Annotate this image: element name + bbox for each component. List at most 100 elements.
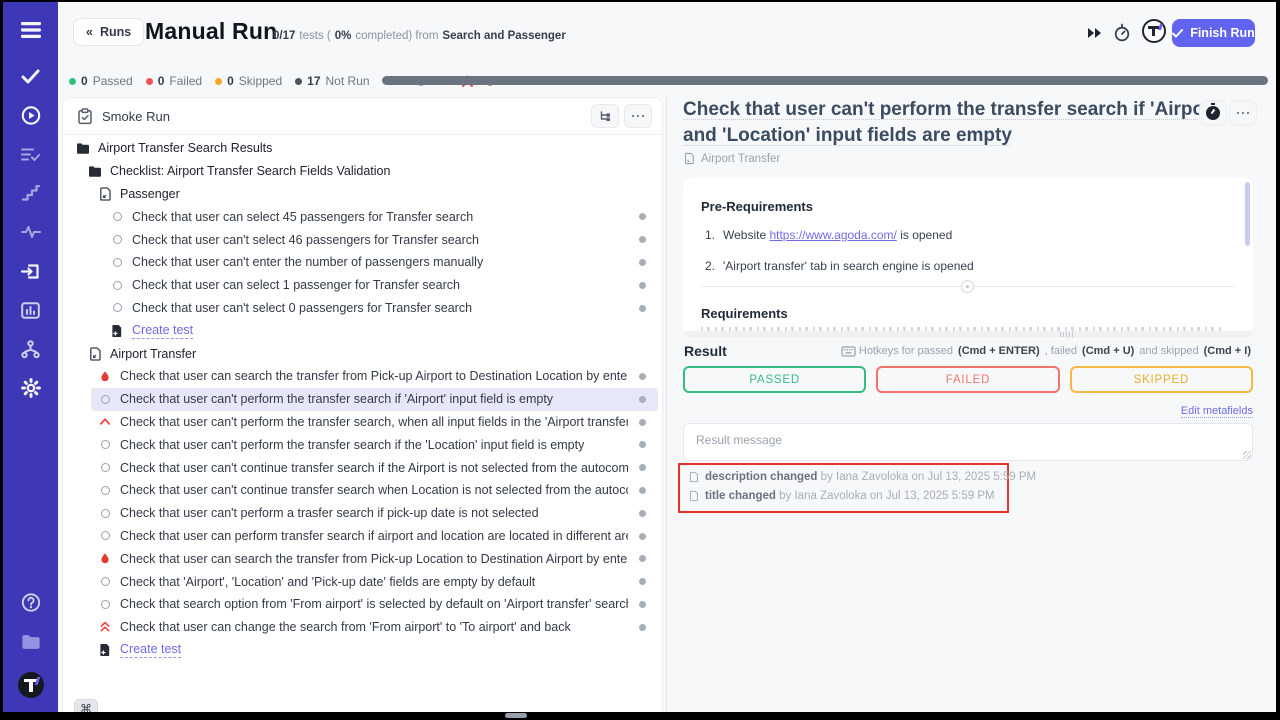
timer-button[interactable]	[1199, 100, 1227, 126]
test-row[interactable]: Check that user can search the transfer …	[63, 365, 662, 388]
not-run-status-icon	[98, 483, 112, 497]
document-icon	[88, 347, 102, 361]
result-dot-icon	[639, 282, 646, 289]
test-row[interactable]: Check that user can't perform a trasfer …	[63, 502, 662, 525]
not-run-status-icon	[110, 301, 124, 315]
result-message-input[interactable]	[683, 423, 1253, 461]
description-scrollbar[interactable]	[1245, 182, 1250, 246]
suite-breadcrumb[interactable]: Airport Transfer	[684, 152, 780, 165]
tests-fraction: 0/17	[273, 30, 295, 42]
edit-metafields-link[interactable]: Edit metafields	[1181, 405, 1253, 418]
test-row[interactable]: Check that user can't enter the number o…	[63, 251, 662, 274]
run-enter-icon[interactable]	[21, 261, 41, 281]
tree-folder-row[interactable]: Airport Transfer Search Results	[63, 137, 662, 160]
source-plan-name: Search and Passenger	[442, 30, 565, 42]
failed-button[interactable]: FAILED	[876, 366, 1059, 393]
blocker-priority-icon	[98, 369, 112, 383]
clipboard-check-icon	[77, 108, 93, 125]
test-row[interactable]: Check that user can't continue transfer …	[63, 479, 662, 502]
test-row[interactable]: Check that user can't perform the transf…	[63, 411, 662, 434]
result-dot-icon	[639, 601, 646, 608]
test-row[interactable]: Check that search option from 'From airp…	[63, 593, 662, 616]
failed-counter: 0Failed	[146, 74, 202, 88]
result-dot-icon	[639, 555, 646, 562]
not-run-status-icon	[98, 461, 112, 475]
branch-icon[interactable]	[21, 339, 41, 359]
not-run-status-icon	[110, 255, 124, 269]
fast-forward-icon[interactable]	[1087, 26, 1105, 44]
skipped-button[interactable]: SKIPPED	[1070, 366, 1253, 393]
passed-counter: 0Passed	[69, 74, 133, 88]
timer-icon[interactable]	[1113, 23, 1131, 41]
create-test-link[interactable]: Create test	[63, 319, 662, 342]
failed-dot-icon	[146, 78, 153, 85]
check-icon[interactable]	[21, 66, 41, 86]
list-check-icon[interactable]	[21, 144, 41, 164]
result-dot-icon	[639, 578, 646, 585]
test-row-selected[interactable]: Check that user can't perform the transf…	[63, 388, 662, 411]
tree-more-options-button[interactable]	[624, 104, 652, 128]
activity-icon[interactable]	[21, 222, 41, 242]
passed-button[interactable]: PASSED	[683, 366, 866, 393]
skipped-dot-icon	[215, 78, 222, 85]
horizontal-scrollbar-thumb[interactable]	[505, 713, 527, 718]
result-dot-icon	[639, 533, 646, 540]
test-title[interactable]: Check that user can't perform the transf…	[683, 97, 1228, 148]
detail-more-options-button[interactable]	[1229, 100, 1257, 126]
not-run-status-icon	[98, 529, 112, 543]
resize-grip-icon[interactable]	[1060, 332, 1073, 337]
main-sidebar	[3, 2, 58, 712]
test-row[interactable]: Check that user can select 45 passengers…	[63, 205, 662, 228]
finish-run-button[interactable]: Finish Run	[1172, 19, 1255, 47]
pre-requirements-heading: Pre-Requirements	[701, 199, 813, 214]
menu-icon[interactable]	[21, 20, 41, 40]
steps-icon[interactable]	[21, 183, 41, 203]
sidebar-nav	[21, 66, 41, 398]
agoda-link[interactable]: https://www.agoda.com/	[769, 228, 896, 242]
create-test-link[interactable]: Create test	[63, 639, 662, 662]
page-title: Manual Run	[145, 18, 277, 45]
not-run-status-icon	[98, 597, 112, 611]
document-icon	[98, 187, 112, 201]
sidebar-bottom	[18, 592, 44, 698]
back-to-runs-button[interactable]: « Runs	[73, 18, 144, 46]
history-entry: description changed by Iana Zavoloka on …	[689, 471, 1036, 483]
tree-folder-row[interactable]: Checklist: Airport Transfer Search Field…	[63, 160, 662, 183]
test-row[interactable]: Check that user can't select 46 passenge…	[63, 228, 662, 251]
test-row[interactable]: Check that user can search the transfer …	[63, 547, 662, 570]
test-tree-panel: Smoke Run Airport Transfer Search Result…	[62, 97, 663, 712]
panel-divider[interactable]	[666, 97, 667, 712]
document-icon	[689, 490, 699, 502]
not-run-status-icon	[98, 506, 112, 520]
gear-icon[interactable]	[21, 378, 41, 398]
user-avatar[interactable]	[1142, 19, 1166, 43]
tree-view-button[interactable]	[591, 104, 619, 128]
test-row[interactable]: Check that user can change the search fr…	[63, 616, 662, 639]
screenshot-frame: « Runs Manual Run 0/17 tests ( 0% comple…	[0, 0, 1280, 720]
more-dots-icon	[632, 115, 645, 118]
command-shortcut-button[interactable]: ⌘	[74, 699, 98, 712]
avatar-t-logo[interactable]	[18, 672, 44, 698]
help-icon[interactable]	[21, 592, 41, 612]
test-row[interactable]: Check that user can't perform the transf…	[63, 433, 662, 456]
test-row[interactable]: Check that 'Airport', 'Location' and 'Pi…	[63, 570, 662, 593]
test-row[interactable]: Check that user can't continue transfer …	[63, 456, 662, 479]
document-icon	[689, 471, 699, 483]
tree-suite-row[interactable]: Passenger	[63, 183, 662, 206]
history-entry: title changed by Iana Zavoloka on Jul 13…	[689, 490, 995, 502]
test-row[interactable]: Check that user can't select 0 passenger…	[63, 297, 662, 320]
not-run-status-icon	[98, 392, 112, 406]
result-dot-icon	[639, 373, 646, 380]
app-window: « Runs Manual Run 0/17 tests ( 0% comple…	[3, 2, 1276, 712]
subtitle-text: completed) from	[355, 30, 438, 42]
test-row[interactable]: Check that user can select 1 passenger f…	[63, 274, 662, 297]
notrun-dot-icon	[295, 78, 302, 85]
collapse-handle-icon[interactable]	[961, 280, 974, 293]
folder-icon[interactable]	[21, 632, 41, 652]
not-run-status-icon	[110, 278, 124, 292]
tree-suite-row[interactable]: Airport Transfer	[63, 342, 662, 365]
test-row[interactable]: Check that user can perform transfer sea…	[63, 525, 662, 548]
play-circle-icon[interactable]	[21, 105, 41, 125]
report-chart-icon[interactable]	[21, 300, 41, 320]
percent-complete: 0%	[335, 30, 352, 42]
